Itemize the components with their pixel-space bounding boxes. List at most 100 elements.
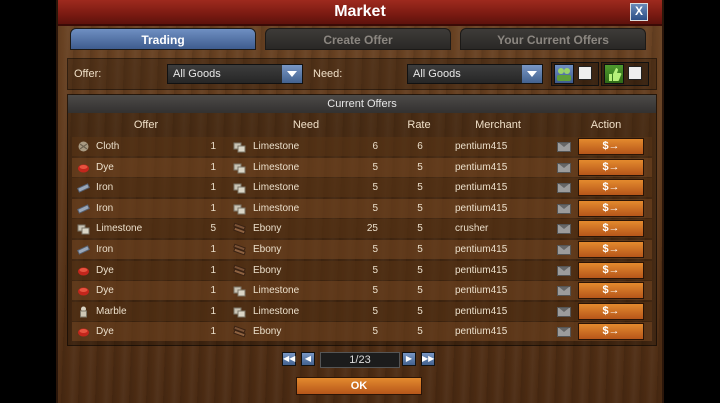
- tab-create-offer[interactable]: Create Offer: [265, 28, 451, 50]
- col-header-offer: Offer: [133, 119, 159, 131]
- need-good-name: Limestone: [253, 141, 300, 152]
- dye-icon: [77, 161, 90, 174]
- offer-good-name: Dye: [96, 326, 114, 338]
- envelope-icon[interactable]: [557, 245, 571, 255]
- last-page-button[interactable]: ▶▶: [421, 352, 435, 366]
- window-title: Market: [334, 3, 386, 20]
- need-good-name: Ebony: [253, 244, 282, 255]
- need-goods-dropdown[interactable]: All Goods: [407, 64, 543, 84]
- envelope-icon[interactable]: [557, 286, 571, 297]
- envelope-icon[interactable]: [557, 183, 571, 194]
- col-header-need: Need: [292, 119, 320, 131]
- iron-icon: [77, 243, 90, 256]
- accept-trade-button[interactable]: $→: [578, 282, 644, 300]
- need-quantity: 5: [372, 202, 378, 214]
- accept-trade-button[interactable]: $→: [578, 323, 644, 341]
- merchant-name: pentium415: [455, 161, 508, 173]
- offer-quantity: 1: [210, 182, 216, 194]
- next-page-button[interactable]: ▶: [402, 352, 416, 366]
- first-page-button[interactable]: ◀◀: [282, 352, 296, 366]
- page-indicator: 1/23: [320, 352, 400, 368]
- trade-rate: 5: [417, 244, 423, 255]
- title-bar: Market X: [58, 0, 662, 26]
- envelope-icon[interactable]: [557, 327, 571, 338]
- limestone-icon: [233, 181, 246, 194]
- need-good-name: Limestone: [253, 161, 300, 173]
- need-good-name: Limestone: [253, 285, 300, 297]
- table-row: Dye 1 Limestone 5 5 pentium415 $→: [72, 281, 652, 301]
- accept-trade-button[interactable]: $→: [578, 302, 644, 320]
- envelope-icon[interactable]: [557, 162, 571, 173]
- merchant-name: pentium415: [455, 285, 508, 297]
- friends-icon: [557, 68, 571, 81]
- offer-quantity: 1: [210, 285, 216, 297]
- market-window: Market X Trading Create Offer Your Curre…: [56, 0, 664, 403]
- envelope-icon[interactable]: [557, 265, 571, 276]
- envelope-icon[interactable]: [557, 203, 571, 214]
- limestone-icon: [77, 222, 90, 235]
- guild-filter-checkbox[interactable]: [628, 66, 642, 80]
- need-quantity: 5: [372, 182, 378, 194]
- trade-rate: 5: [417, 264, 423, 276]
- guild-filter-button[interactable]: [604, 64, 624, 84]
- table-row: Marble 1 Limestone 5 5 pentium415 $→: [72, 301, 652, 321]
- need-good-name: Limestone: [253, 202, 300, 214]
- accept-trade-button[interactable]: $→: [578, 220, 644, 238]
- offer-good-name: Dye: [96, 161, 114, 173]
- ebony-icon: [233, 243, 246, 256]
- table-row: Iron 1 Limestone 5 5 pentium415 $→: [72, 198, 652, 218]
- tab-bar: Trading Create Offer Your Current Offers: [58, 28, 662, 54]
- merchant-name: pentium415: [455, 182, 508, 194]
- close-button[interactable]: X: [630, 3, 648, 21]
- ok-button[interactable]: OK: [296, 377, 422, 395]
- trade-rate: 5: [417, 305, 423, 317]
- need-good-name: Limestone: [253, 305, 300, 317]
- offer-quantity: 1: [210, 326, 216, 338]
- accept-trade-button[interactable]: $→: [578, 241, 644, 258]
- dye-icon: [77, 325, 90, 338]
- accept-trade-button[interactable]: $→: [578, 158, 644, 176]
- chevron-down-icon: [282, 65, 302, 83]
- merchant-name: pentium415: [455, 202, 508, 214]
- merchant-name: pentium415: [455, 141, 508, 152]
- table-row: Dye 1 Ebony 5 5 pentium415 $→: [72, 260, 652, 280]
- offer-quantity: 1: [210, 264, 216, 276]
- offer-good-name: Dye: [96, 264, 114, 276]
- offer-good-name: Marble: [96, 305, 127, 317]
- offer-good-name: Cloth: [96, 141, 120, 152]
- offer-goods-dropdown[interactable]: All Goods: [167, 64, 303, 84]
- trade-rate: 5: [417, 182, 423, 194]
- limestone-icon: [233, 202, 246, 215]
- need-goods-value: All Goods: [413, 68, 461, 80]
- envelope-icon[interactable]: [557, 306, 571, 317]
- limestone-icon: [233, 161, 246, 174]
- prev-page-button[interactable]: ◀: [301, 352, 315, 366]
- tab-your-current-offers[interactable]: Your Current Offers: [460, 28, 646, 50]
- merchant-name: pentium415: [455, 264, 508, 276]
- friends-filter-checkbox[interactable]: [578, 66, 592, 80]
- offer-quantity: 1: [210, 244, 216, 255]
- envelope-icon[interactable]: [557, 142, 571, 152]
- table-row: Limestone 5 Ebony 25 5 crusher $→: [72, 219, 652, 239]
- need-quantity: 5: [372, 264, 378, 276]
- trade-rate: 5: [417, 326, 423, 338]
- limestone-icon: [233, 305, 246, 318]
- need-good-name: Ebony: [253, 264, 282, 276]
- merchant-name: pentium415: [455, 305, 508, 317]
- accept-trade-button[interactable]: $→: [578, 199, 644, 217]
- chevron-down-icon: [522, 65, 542, 83]
- accept-trade-button[interactable]: $→: [578, 261, 644, 279]
- offer-goods-value: All Goods: [173, 68, 221, 80]
- need-quantity: 5: [372, 326, 378, 338]
- need-good-name: Ebony: [253, 326, 282, 338]
- friends-filter-button[interactable]: [554, 64, 574, 84]
- envelope-icon[interactable]: [557, 224, 571, 235]
- offer-quantity: 1: [210, 141, 216, 152]
- need-filter-label: Need:: [313, 68, 343, 80]
- accept-trade-button[interactable]: $→: [578, 179, 644, 197]
- tab-trading[interactable]: Trading: [70, 28, 256, 50]
- filter-bar: Offer: All Goods Need: All Goods: [67, 58, 657, 90]
- ebony-icon: [233, 264, 246, 277]
- accept-trade-button[interactable]: $→: [578, 138, 644, 155]
- marble-icon: [77, 305, 90, 318]
